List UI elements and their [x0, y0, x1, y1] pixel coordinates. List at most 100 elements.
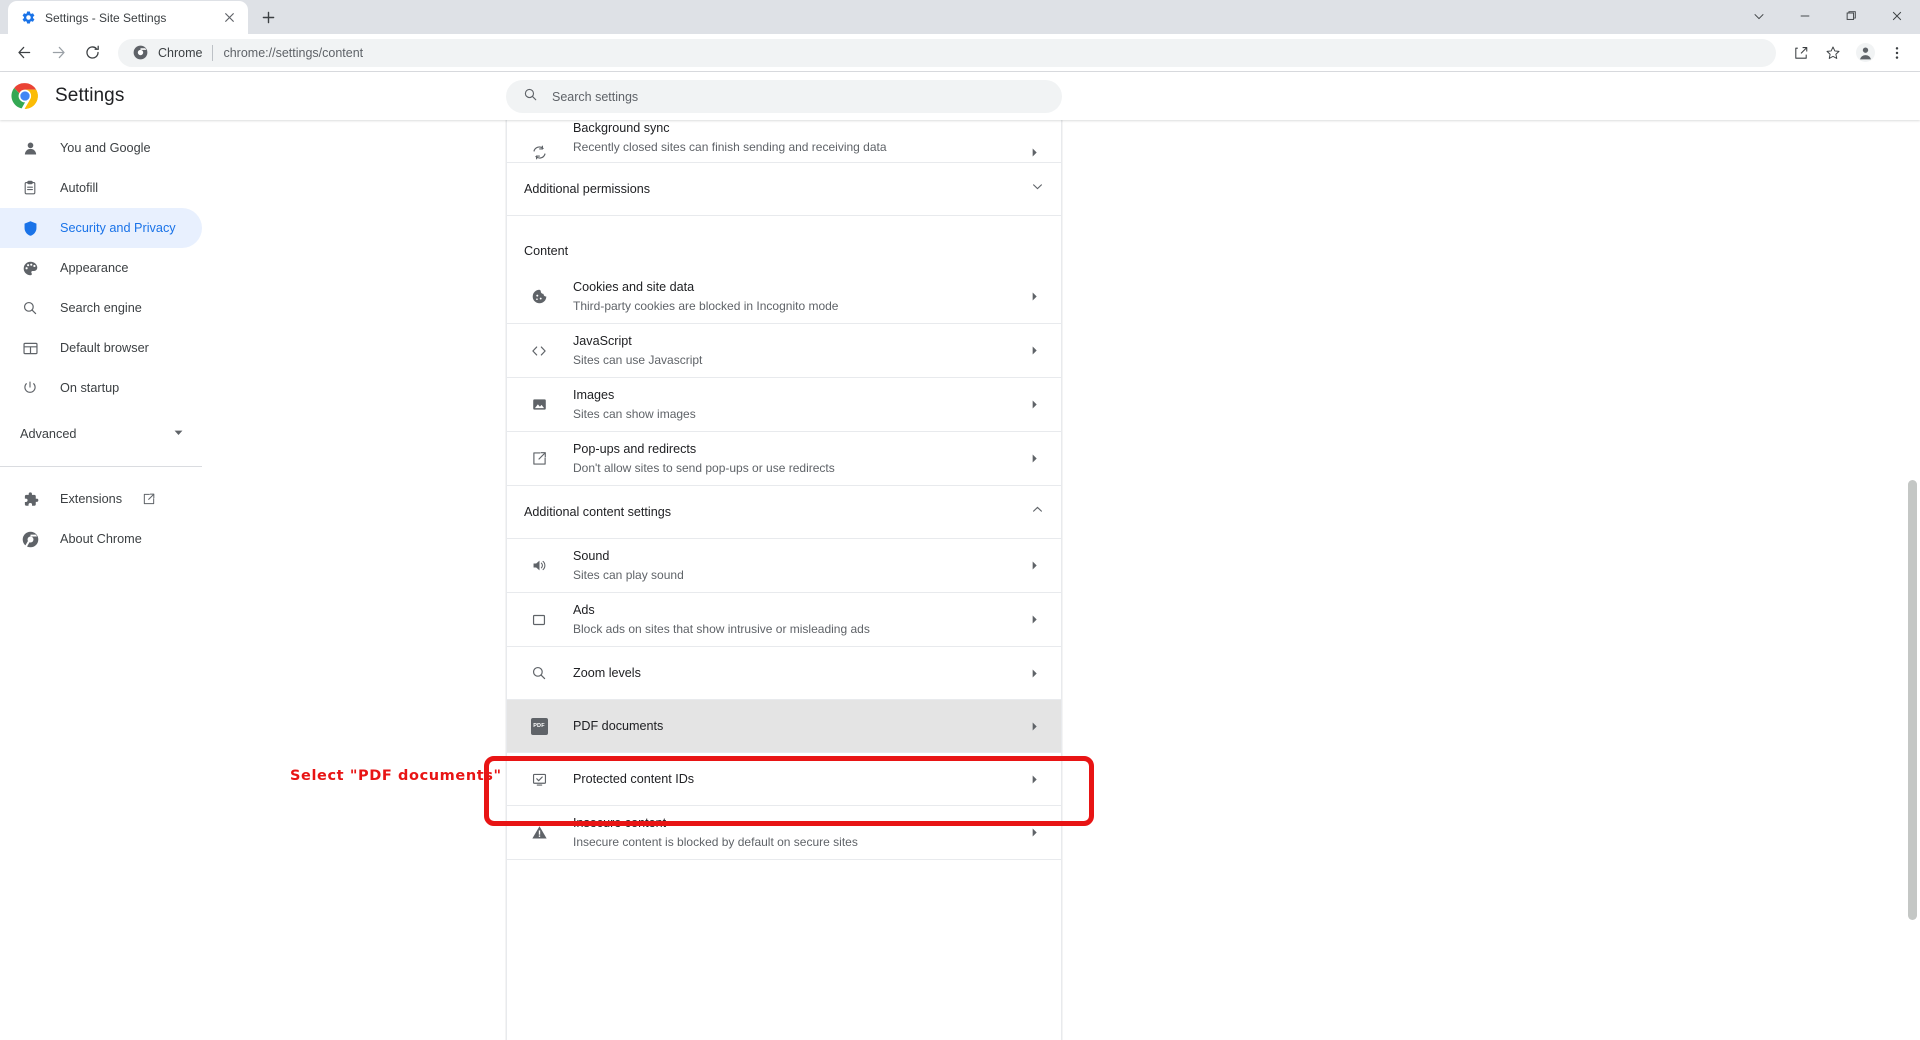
chevron-right-icon — [1024, 663, 1044, 683]
close-window-button[interactable] — [1874, 0, 1920, 32]
browser-tab[interactable]: Settings - Site Settings — [8, 1, 248, 34]
settings-row-title: JavaScript — [573, 333, 1024, 350]
window-controls — [1736, 0, 1920, 32]
external-link-icon — [142, 492, 156, 506]
chevron-right-icon — [1024, 395, 1044, 415]
speaker-icon — [529, 556, 549, 576]
three-dot-menu-icon[interactable] — [1882, 38, 1912, 68]
sidebar-item-appearance[interactable]: Appearance — [0, 248, 202, 288]
search-settings-box[interactable]: Search settings — [506, 80, 1062, 113]
page-scrollbar-track[interactable] — [1905, 120, 1920, 1040]
settings-row-javascript[interactable]: JavaScript Sites can use Javascript — [507, 324, 1061, 378]
sidebar-item-label: Autofill — [60, 181, 98, 195]
sidebar-item-you-and-google[interactable]: You and Google — [0, 128, 202, 168]
section-additional-content-settings[interactable]: Additional content settings — [507, 486, 1061, 539]
sidebar-divider — [0, 466, 202, 467]
maximize-button[interactable] — [1828, 0, 1874, 32]
pdf-file-icon: PDF — [529, 716, 549, 736]
shield-icon — [20, 218, 40, 238]
browser-window: Settings - Site Settings — [0, 0, 1920, 1040]
chevron-down-icon[interactable] — [1736, 0, 1782, 32]
section-additional-permissions[interactable]: Additional permissions — [507, 163, 1061, 216]
settings-header: Settings Search settings — [0, 72, 1920, 120]
chevron-right-icon — [1024, 142, 1044, 162]
settings-row-sound[interactable]: Sound Sites can play sound — [507, 539, 1061, 593]
minimize-button[interactable] — [1782, 0, 1828, 32]
sidebar-item-search-engine[interactable]: Search engine — [0, 288, 202, 328]
settings-row-pdf-documents[interactable]: PDF PDF documents — [507, 700, 1061, 753]
settings-row-text: Insecure content Insecure content is blo… — [573, 806, 1024, 859]
settings-row-insecure-content[interactable]: Insecure content Insecure content is blo… — [507, 806, 1061, 860]
search-input[interactable]: Search settings — [552, 90, 638, 104]
settings-row-subtitle: Third-party cookies are blocked in Incog… — [573, 298, 1024, 314]
settings-row-cookies-and-site-data[interactable]: Cookies and site data Third-party cookie… — [507, 270, 1061, 324]
settings-row-text: Cookies and site data Third-party cookie… — [573, 270, 1024, 323]
settings-row-zoom-levels[interactable]: Zoom levels — [507, 647, 1061, 700]
settings-row-title: Cookies and site data — [573, 279, 1024, 296]
chevron-right-icon — [1024, 823, 1044, 843]
settings-row-text: Ads Block ads on sites that show intrusi… — [573, 593, 1024, 646]
settings-row-protected-content-ids[interactable]: Protected content IDs — [507, 753, 1061, 806]
sidebar-item-default-browser[interactable]: Default browser — [0, 328, 202, 368]
annotation-label: Select "PDF documents" — [290, 768, 502, 784]
chevron-right-icon — [1024, 610, 1044, 630]
settings-row-text: Zoom levels — [573, 656, 1024, 691]
settings-content-card: Background sync Recently closed sites ca… — [506, 120, 1062, 1040]
settings-row-text: JavaScript Sites can use Javascript — [573, 324, 1024, 377]
sidebar-item-label: You and Google — [60, 141, 151, 155]
settings-row-subtitle: Sites can play sound — [573, 567, 1024, 583]
tabstrip: Settings - Site Settings — [0, 0, 282, 34]
search-icon — [523, 87, 538, 107]
chrome-logo-icon — [132, 45, 148, 61]
pdf-badge: PDF — [531, 718, 548, 735]
settings-row-text: Background sync Recently closed sites ca… — [573, 120, 1024, 162]
external-link-icon — [529, 449, 549, 469]
sidebar: You and Google Autofill Security and Pri… — [0, 120, 320, 1040]
settings-row-text: Sound Sites can play sound — [573, 539, 1024, 592]
settings-row-title: Ads — [573, 602, 1024, 619]
settings-row-title: Insecure content — [573, 815, 1024, 832]
settings-row-ads[interactable]: Ads Block ads on sites that show intrusi… — [507, 593, 1061, 647]
sidebar-item-extensions[interactable]: Extensions — [0, 479, 202, 519]
settings-row-background-sync[interactable]: Background sync Recently closed sites ca… — [507, 120, 1061, 163]
group-header-content: Content — [507, 216, 1061, 270]
power-icon — [20, 378, 40, 398]
chevron-right-icon — [1024, 716, 1044, 736]
clipboard-icon — [20, 178, 40, 198]
address-bar[interactable]: Chrome chrome://settings/content — [118, 39, 1776, 67]
person-icon — [20, 138, 40, 158]
tab-title: Settings - Site Settings — [45, 11, 211, 25]
page-title: Settings — [55, 85, 124, 107]
sidebar-item-autofill[interactable]: Autofill — [0, 168, 202, 208]
profile-avatar-icon[interactable] — [1850, 38, 1880, 68]
settings-row-popups-and-redirects[interactable]: Pop-ups and redirects Don't allow sites … — [507, 432, 1061, 486]
new-tab-button[interactable] — [254, 3, 282, 31]
sidebar-item-on-startup[interactable]: On startup — [0, 368, 202, 408]
omnibox-url[interactable]: chrome://settings/content — [223, 46, 363, 60]
sidebar-item-about-chrome[interactable]: About Chrome — [0, 519, 202, 559]
image-icon — [529, 395, 549, 415]
sidebar-item-label: Security and Privacy — [60, 221, 176, 235]
star-icon[interactable] — [1818, 38, 1848, 68]
chevron-right-icon — [1024, 556, 1044, 576]
settings-row-text: Protected content IDs — [573, 762, 1024, 797]
settings-row-subtitle: Don't allow sites to send pop-ups or use… — [573, 460, 1024, 476]
reload-button[interactable] — [76, 37, 108, 69]
cookie-icon — [529, 287, 549, 307]
sidebar-item-security-and-privacy[interactable]: Security and Privacy — [0, 208, 202, 248]
back-button[interactable] — [8, 37, 40, 69]
section-label: Additional permissions — [524, 182, 650, 196]
settings-row-title: Images — [573, 387, 1024, 404]
forward-button[interactable] — [42, 37, 74, 69]
warning-triangle-icon — [529, 823, 549, 843]
share-icon[interactable] — [1786, 38, 1816, 68]
code-brackets-icon — [529, 341, 549, 361]
omnibox-scheme-label: Chrome — [158, 46, 202, 60]
settings-row-title: Sound — [573, 548, 1024, 565]
page-scrollbar-thumb[interactable] — [1908, 480, 1917, 920]
sidebar-item-advanced[interactable]: Advanced — [0, 414, 202, 454]
puzzle-piece-icon — [20, 489, 40, 509]
chevron-right-icon — [1024, 341, 1044, 361]
close-icon[interactable] — [220, 9, 238, 27]
settings-row-images[interactable]: Images Sites can show images — [507, 378, 1061, 432]
